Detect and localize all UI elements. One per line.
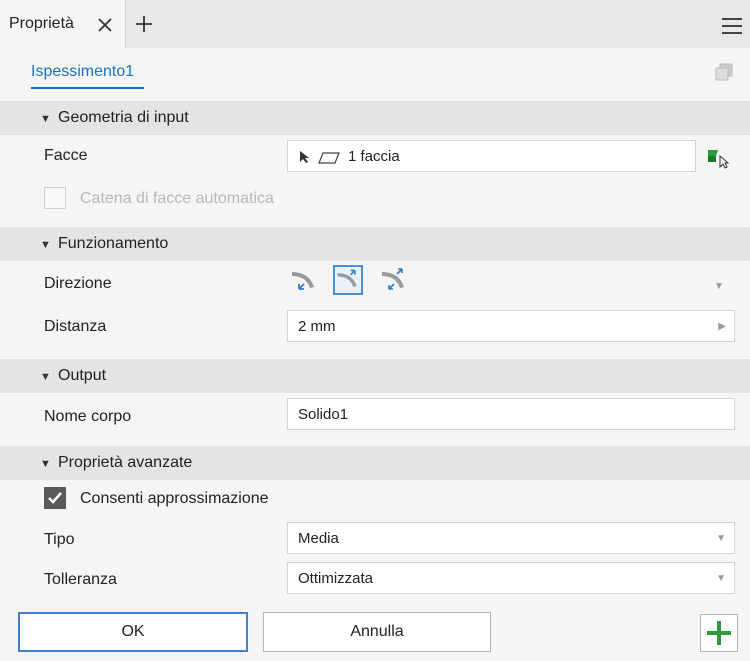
- section-header-input[interactable]: ▼ Geometria di input: [0, 101, 750, 135]
- section-header-advanced[interactable]: ▼ Proprietà avanzate: [0, 446, 750, 480]
- ok-button[interactable]: OK: [18, 612, 248, 652]
- approximation-checkbox[interactable]: [44, 487, 66, 509]
- approximation-label: Consenti approssimazione: [80, 490, 269, 507]
- facce-selector[interactable]: 1 faccia: [287, 140, 696, 172]
- type-value: Media: [298, 530, 339, 547]
- distance-value: 2 mm: [298, 318, 336, 335]
- direction-outward-icon[interactable]: [289, 265, 319, 295]
- plus-icon[interactable]: [133, 13, 155, 35]
- section-header-operation[interactable]: ▼ Funzionamento: [0, 227, 750, 261]
- facce-value: 1 faccia: [348, 148, 400, 165]
- chevron-down-icon: ▼: [716, 573, 726, 584]
- tolerance-value: Ottimizzata: [298, 570, 374, 587]
- direction-dropdown-icon[interactable]: ▼: [714, 281, 724, 292]
- type-select[interactable]: Media ▼: [287, 522, 735, 554]
- distance-input[interactable]: 2 mm ▶: [287, 310, 735, 342]
- direction-label: Direzione: [44, 275, 112, 292]
- tab-label: Proprietà: [9, 15, 74, 32]
- direction-inward-icon[interactable]: [333, 265, 363, 295]
- add-button[interactable]: [700, 614, 738, 652]
- plus-icon: [707, 621, 731, 645]
- hamburger-menu-icon[interactable]: [720, 16, 744, 36]
- feature-name[interactable]: Ispessimento1: [31, 63, 145, 89]
- cancel-button[interactable]: Annulla: [263, 612, 491, 652]
- face-icon: [318, 152, 340, 164]
- collapse-triangle-icon: ▼: [40, 458, 51, 470]
- section-title: Funzionamento: [58, 235, 169, 252]
- auto-face-chain-checkbox[interactable]: [44, 187, 66, 209]
- cursor-arrow-icon: [300, 151, 309, 163]
- checkmark-icon: [48, 492, 62, 504]
- body-name-label: Nome corpo: [44, 408, 132, 425]
- tolerance-label: Tolleranza: [44, 571, 117, 588]
- tab-properties[interactable]: Proprietà: [0, 0, 126, 48]
- section-header-output[interactable]: ▼ Output: [0, 359, 750, 393]
- auto-face-chain-label: Catena di facce automatica: [80, 190, 274, 207]
- copy-icon[interactable]: [714, 62, 734, 82]
- body-name-input[interactable]: Solido1: [287, 398, 735, 430]
- distance-label: Distanza: [44, 318, 107, 335]
- distance-expand-icon[interactable]: ▶: [718, 321, 726, 332]
- tolerance-select[interactable]: Ottimizzata ▼: [287, 562, 735, 594]
- type-label: Tipo: [44, 531, 75, 548]
- direction-symmetric-icon[interactable]: [379, 265, 409, 295]
- section-title: Output: [58, 367, 107, 384]
- close-icon[interactable]: [94, 14, 116, 36]
- body-name-value: Solido1: [298, 406, 349, 423]
- section-title: Proprietà avanzate: [58, 454, 193, 471]
- section-title: Geometria di input: [58, 109, 189, 126]
- facce-label: Facce: [44, 147, 88, 164]
- collapse-triangle-icon: ▼: [40, 239, 51, 251]
- chevron-down-icon: ▼: [716, 533, 726, 544]
- collapse-triangle-icon: ▼: [40, 371, 51, 383]
- tab-bar: Proprietà: [0, 0, 750, 48]
- collapse-triangle-icon: ▼: [40, 113, 51, 125]
- face-select-mode-icon[interactable]: [706, 147, 730, 169]
